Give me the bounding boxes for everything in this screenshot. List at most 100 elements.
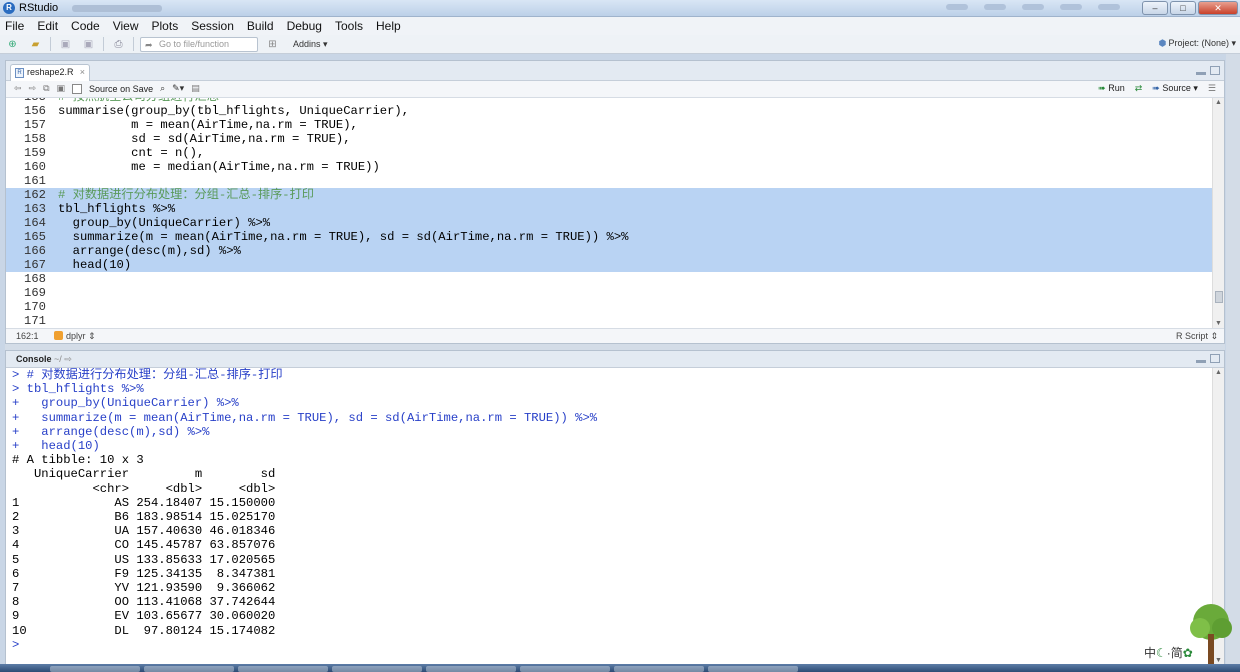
console-line: + summarize(m = mean(AirTime,na.rm = TRU… bbox=[12, 410, 598, 425]
menu-file[interactable]: File bbox=[5, 19, 24, 33]
code-line-selected: 162 # 对数据进行分布处理：分组-汇总-排序-打印 bbox=[6, 188, 1212, 202]
scroll-up-icon[interactable]: ▲ bbox=[1215, 369, 1222, 376]
code-line: 158 sd = sd(AirTime,na.rm = TRUE), bbox=[24, 132, 351, 146]
scroll-down-icon[interactable]: ▼ bbox=[1215, 320, 1222, 327]
back-icon[interactable]: ⇦ bbox=[14, 83, 22, 94]
find-icon[interactable]: ⌕ bbox=[160, 83, 165, 94]
menu-bar: File Edit Code View Plots Session Build … bbox=[0, 17, 1240, 35]
menu-debug[interactable]: Debug bbox=[287, 19, 322, 33]
project-menu[interactable]: ⬢ Project: (None) ▾ bbox=[1159, 38, 1236, 49]
forward-icon[interactable]: ⇨ bbox=[29, 83, 37, 94]
print-icon[interactable]: ⎙ bbox=[110, 37, 127, 52]
go-to-file-input[interactable]: ➦ Go to file/function bbox=[140, 36, 258, 52]
console-line: > # 对数据进行分布处理：分组-汇总-排序-打印 bbox=[12, 368, 283, 382]
console-line: # A tibble: 10 x 3 bbox=[12, 453, 144, 468]
console-line: 1 AS 254.18407 15.150000 bbox=[12, 495, 276, 510]
project-icon: ⬢ bbox=[1158, 38, 1167, 48]
console-working-dir: ~/ ⇨ bbox=[54, 354, 72, 364]
code-line-selected: 165 summarize(m = mean(AirTime,na.rm = T… bbox=[6, 230, 1212, 244]
workspace-panes-icon[interactable]: ⊞ bbox=[264, 37, 281, 52]
close-button[interactable]: ✕ bbox=[1198, 1, 1238, 15]
menu-edit[interactable]: Edit bbox=[37, 19, 58, 33]
menu-plots[interactable]: Plots bbox=[152, 19, 179, 33]
title-bar: R RStudio – □ ✕ bbox=[0, 0, 1240, 17]
window-title: RStudio bbox=[19, 2, 59, 14]
show-in-window-icon[interactable]: ⧉ bbox=[43, 83, 49, 94]
gear-icon: ✿ bbox=[1182, 646, 1193, 660]
tab-reshape2[interactable]: R reshape2.R × bbox=[10, 64, 90, 81]
console-line: 6 F9 125.34135 8.347381 bbox=[12, 566, 276, 581]
open-file-icon[interactable]: ▰ bbox=[27, 37, 44, 52]
source-on-save-checkbox[interactable] bbox=[72, 83, 83, 94]
close-tab-icon[interactable]: × bbox=[80, 65, 85, 80]
addins-dropdown[interactable]: Addins ▾ bbox=[293, 39, 328, 50]
console-line: + group_by(UniqueCarrier) %>% bbox=[12, 396, 239, 411]
menu-session[interactable]: Session bbox=[191, 19, 234, 33]
minimize-button[interactable]: – bbox=[1142, 1, 1168, 15]
r-file-icon: R bbox=[15, 68, 24, 78]
minimize-console-icon[interactable] bbox=[1196, 360, 1206, 363]
editor-status-bar: 162:1 dplyr ⇕ R Script ⇕ bbox=[6, 328, 1224, 343]
save-icon[interactable]: ▣ bbox=[57, 37, 74, 52]
go-to-arrow-icon: ➦ bbox=[145, 39, 153, 50]
editor-scroll-thumb[interactable] bbox=[1215, 291, 1223, 303]
maximize-button[interactable]: □ bbox=[1170, 1, 1196, 15]
maximize-console-icon[interactable] bbox=[1210, 354, 1220, 363]
source-icon: ➠ bbox=[1152, 83, 1160, 93]
code-line: 161 bbox=[24, 174, 46, 188]
code-editor[interactable]: 155# 按照航空公司分组进行汇总 156summarise(group_by(… bbox=[6, 98, 1212, 328]
file-type-selector[interactable]: R Script ⇕ bbox=[1176, 331, 1218, 342]
rstudio-logo-icon: R bbox=[3, 2, 15, 14]
code-line: 168 bbox=[24, 272, 46, 286]
editor-toolbar: ⇦ ⇨ ⧉ ▣ Source on Save ⌕ ✎▾ ▤ ➠ Run ⇄ ➠ … bbox=[6, 81, 1224, 98]
code-tools-icon[interactable]: ✎▾ bbox=[172, 83, 184, 94]
console-line: 10 DL 97.80124 15.174082 bbox=[12, 623, 276, 638]
code-line: 160 me = median(AirTime,na.rm = TRUE)) bbox=[24, 160, 380, 174]
moon-icon: ☾ bbox=[1156, 646, 1167, 660]
compile-report-icon[interactable]: ▤ bbox=[191, 83, 200, 94]
menu-help[interactable]: Help bbox=[376, 19, 401, 33]
editor-scrollbar[interactable]: ▲ ▼ bbox=[1212, 98, 1224, 328]
console-line: 3 UA 157.40630 46.018346 bbox=[12, 524, 276, 539]
code-line: 169 bbox=[24, 286, 46, 300]
new-file-icon[interactable]: ⊕ bbox=[4, 37, 21, 52]
console-prompt[interactable]: > bbox=[12, 638, 27, 652]
code-line: 171 bbox=[24, 314, 46, 328]
menu-code[interactable]: Code bbox=[71, 19, 100, 33]
title-path-blurred bbox=[72, 4, 163, 12]
cursor-position: 162:1 bbox=[16, 331, 39, 341]
tab-label: reshape2.R bbox=[27, 67, 74, 77]
console-line: + head(10) bbox=[12, 439, 100, 453]
input-method-indicator[interactable]: 中☾·简✿ bbox=[1142, 644, 1195, 661]
outline-icon[interactable]: ☰ bbox=[1208, 83, 1216, 94]
function-icon bbox=[54, 331, 63, 340]
save-file-icon[interactable]: ▣ bbox=[57, 83, 66, 94]
console-title: Console bbox=[16, 354, 52, 364]
source-button[interactable]: ➠ Source ▾ bbox=[1152, 83, 1198, 94]
minimize-pane-icon[interactable] bbox=[1196, 72, 1206, 75]
console-pane: Console ~/ ⇨ > # 对数据进行分布处理：分组-汇总-排序-打印 >… bbox=[5, 350, 1225, 666]
function-scope[interactable]: dplyr ⇕ bbox=[54, 331, 96, 342]
code-line-selected: 166 arrange(desc(m),sd) %>% bbox=[6, 244, 1212, 258]
menu-build[interactable]: Build bbox=[247, 19, 274, 33]
console-line: UniqueCarrier m sd bbox=[12, 467, 276, 482]
run-button[interactable]: ➠ Run bbox=[1098, 83, 1125, 94]
console-line: 2 B6 183.98514 15.025170 bbox=[12, 510, 276, 524]
console-line: 8 OO 113.41068 37.742644 bbox=[12, 595, 276, 610]
source-editor-pane: R reshape2.R × ⇦ ⇨ ⧉ ▣ Source on Save ⌕ … bbox=[5, 60, 1225, 344]
menu-view[interactable]: View bbox=[113, 19, 139, 33]
menu-tools[interactable]: Tools bbox=[335, 19, 363, 33]
code-line-selected: 163 tbl_hflights %>% bbox=[6, 202, 1212, 216]
code-line: 159 cnt = n(), bbox=[24, 146, 205, 160]
console-line: + arrange(desc(m),sd) %>% bbox=[12, 424, 210, 439]
console-output[interactable]: > # 对数据进行分布处理：分组-汇总-排序-打印 > tbl_hflights… bbox=[6, 368, 1212, 665]
console-line: 7 YV 121.93590 9.366062 bbox=[12, 581, 276, 595]
console-line: 5 US 133.85633 17.020565 bbox=[12, 552, 276, 567]
save-all-icon[interactable]: ▣ bbox=[80, 37, 97, 52]
rerun-icon[interactable]: ⇄ bbox=[1135, 83, 1143, 94]
maximize-pane-icon[interactable] bbox=[1210, 66, 1220, 75]
windows-taskbar bbox=[0, 664, 1240, 672]
scroll-up-icon[interactable]: ▲ bbox=[1215, 99, 1222, 106]
code-line-selected: 167 head(10) bbox=[6, 258, 1212, 272]
console-line: 4 CO 145.45787 63.857076 bbox=[12, 538, 276, 553]
